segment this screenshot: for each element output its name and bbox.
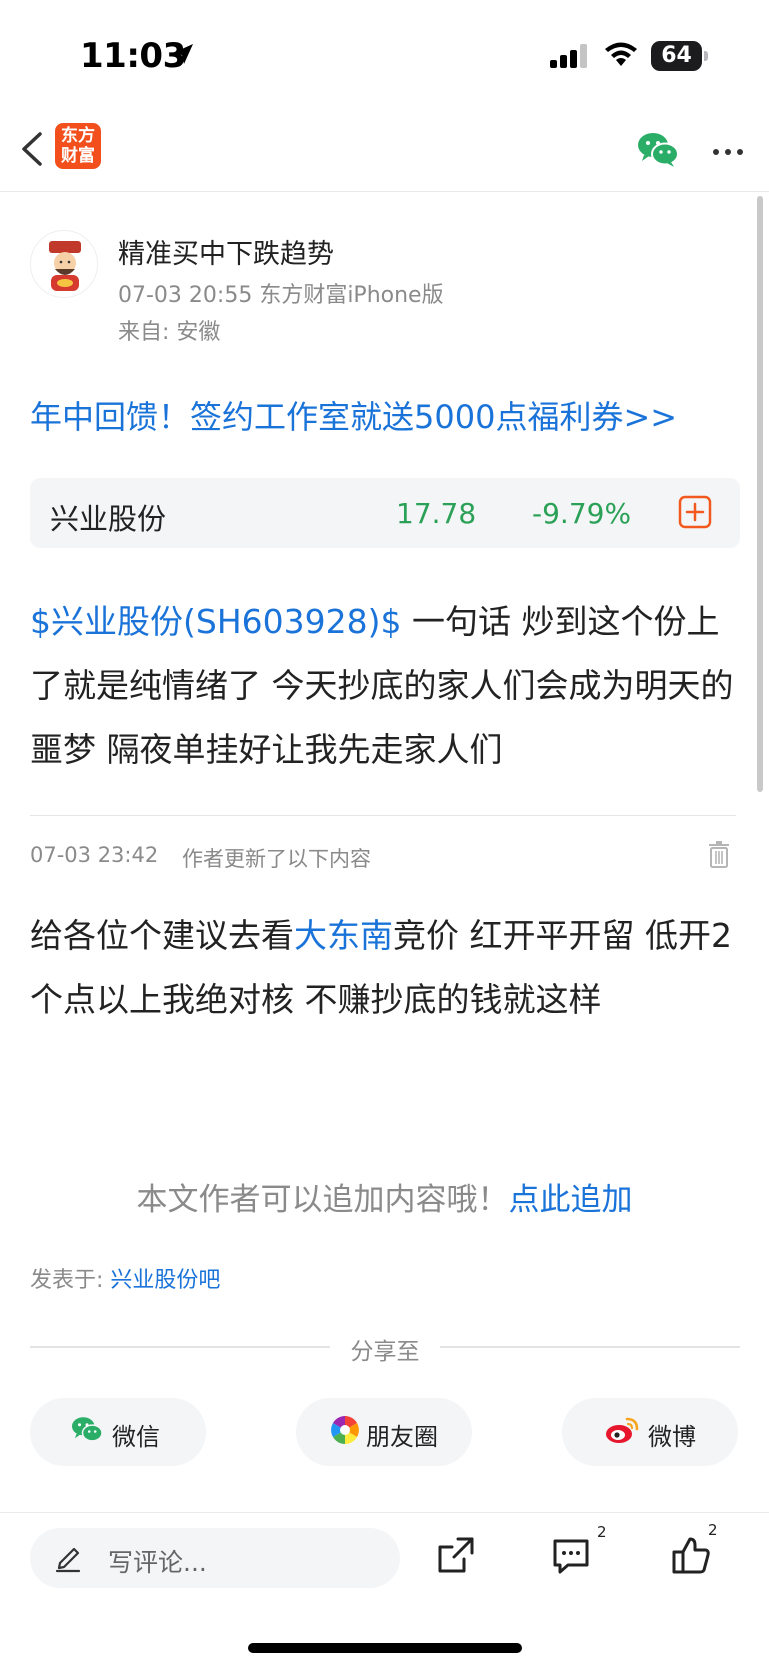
stock-price: 17.78 [396,497,477,530]
promo-link[interactable]: 年中回馈！签约工作室就送5000点福利券>> [30,392,677,438]
append-link[interactable]: 点此追加 [509,1182,633,1218]
share-divider-right [440,1346,740,1348]
bottom-bar: 写评论... 2 2 [0,1512,769,1665]
append-hint: 本文作者可以追加内容哦！ [136,1182,509,1218]
stock-change: -9.79% [532,497,632,530]
author-name[interactable]: 精准买中下跌趋势 [118,232,334,271]
comment-icon[interactable] [552,1537,590,1575]
stock-cashtag-link[interactable]: $兴业股份(SH603928)$ [30,602,401,641]
posted-in: 发表于: 兴业股份吧 [30,1262,220,1294]
like-count: 2 [708,1521,718,1539]
weibo-icon [606,1417,639,1443]
update-time: 07-03 23:42 [30,843,159,867]
comment-count: 2 [597,1523,607,1541]
share-divider-left [30,1346,330,1348]
stock-card[interactable]: 兴业股份 17.78 -9.79% [30,478,740,548]
post-body: $兴业股份(SH603928)$ 一句话 炒到这个份上了就是纯情绪了 今天抄底的… [30,590,742,782]
fortune-god-avatar-icon [49,241,81,291]
status-time: 11:03 [80,36,186,76]
wifi-icon [605,42,637,66]
location-arrow-icon [173,44,193,64]
home-indicator [248,1643,522,1653]
share-wechat-label: 微信 [112,1423,160,1451]
battery-icon: 64 [651,41,702,71]
board-link[interactable]: 兴业股份吧 [110,1268,220,1293]
battery-tip [704,51,708,61]
stock-name: 兴业股份 [50,502,167,536]
share-wechat-button[interactable]: 微信 [30,1398,206,1466]
append-row: 本文作者可以追加内容哦！点此追加 [0,1174,769,1219]
wechat-icon [72,1417,103,1442]
add-to-watchlist-icon[interactable] [678,495,712,529]
status-bar: 11:03 64 [0,0,769,110]
stock-link-dadongnan[interactable]: 大东南 [294,916,393,955]
share-weibo-label: 微博 [648,1423,696,1451]
share-label: 分享至 [350,1339,420,1365]
like-icon[interactable] [671,1535,711,1575]
post-meta: 07-03 20:55 东方财富iPhone版 [118,283,444,308]
back-chevron-icon[interactable] [14,124,54,174]
more-options-icon[interactable] [708,132,748,172]
eastmoney-logo[interactable]: 东方 财富 [55,123,101,169]
moments-icon [331,1416,359,1444]
comment-placeholder: 写评论... [108,1548,207,1577]
author-avatar[interactable] [30,230,98,298]
update-text-before: 给各位个建议去看 [30,916,294,955]
nav-bar: 东方 财富 [0,110,769,192]
share-moments-label: 朋友圈 [366,1423,438,1451]
comment-input[interactable]: 写评论... [30,1528,400,1588]
post-location: 来自: 安徽 [118,320,221,345]
divider [30,815,736,816]
share-moments-button[interactable]: 朋友圈 [296,1398,472,1466]
share-weibo-button[interactable]: 微博 [562,1398,738,1466]
scrollbar[interactable] [757,196,763,792]
logo-line-2: 财富 [61,146,95,166]
logo-line-1: 东方 [61,126,95,146]
posted-in-label: 发表于: [30,1268,111,1293]
forward-icon[interactable] [436,1535,476,1575]
wechat-share-icon[interactable] [636,130,680,170]
trash-icon[interactable] [708,840,730,868]
update-note: 作者更新了以下内容 [182,847,371,871]
cellular-signal-icon [550,44,587,68]
update-body: 给各位个建议去看大东南竞价 红开平开留 低开2个点以上我绝对核 不赚抄底的钱就这… [30,904,742,1032]
pencil-icon [55,1547,81,1573]
